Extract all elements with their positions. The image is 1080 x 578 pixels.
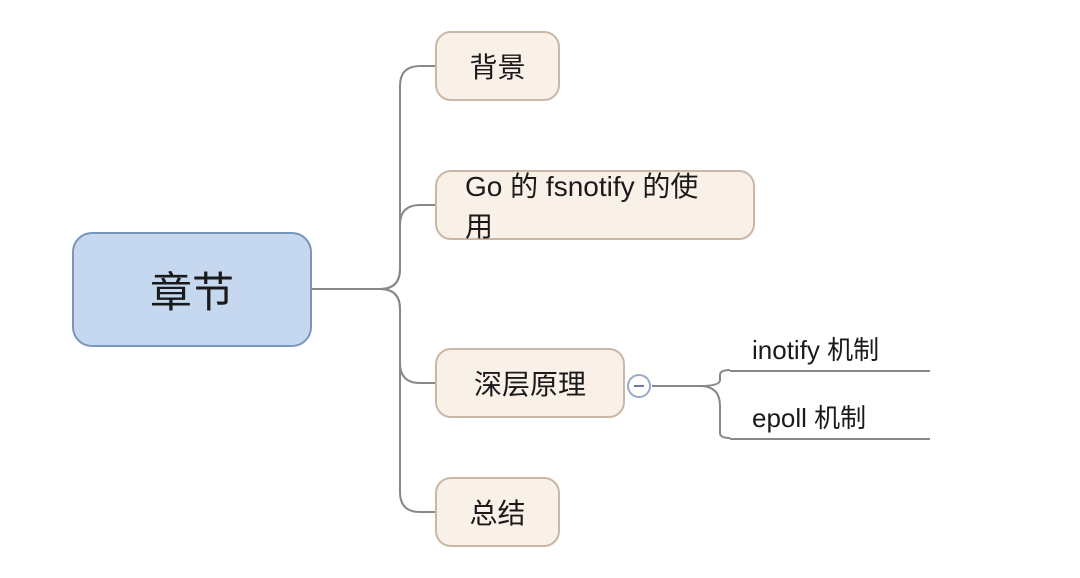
child-node-principles[interactable]: 深层原理 xyxy=(435,348,625,418)
sub-label: epoll 机制 xyxy=(752,403,866,433)
sub-node-inotify[interactable]: inotify 机制 xyxy=(752,330,879,367)
root-node[interactable]: 章节 xyxy=(72,232,312,347)
child-node-background[interactable]: 背景 xyxy=(435,31,560,101)
collapse-toggle-icon[interactable] xyxy=(627,374,651,398)
sub-node-epoll[interactable]: epoll 机制 xyxy=(752,398,866,435)
child-node-summary[interactable]: 总结 xyxy=(435,477,560,547)
child-label: Go 的 fsnotify 的使用 xyxy=(465,165,725,245)
sub-label: inotify 机制 xyxy=(752,335,879,365)
child-label: 总结 xyxy=(469,492,525,532)
child-node-fsnotify[interactable]: Go 的 fsnotify 的使用 xyxy=(435,170,755,240)
sub-underline xyxy=(730,438,930,440)
sub-underline xyxy=(730,370,930,372)
child-label: 背景 xyxy=(469,46,525,86)
root-label: 章节 xyxy=(150,259,234,320)
child-label: 深层原理 xyxy=(474,363,586,403)
